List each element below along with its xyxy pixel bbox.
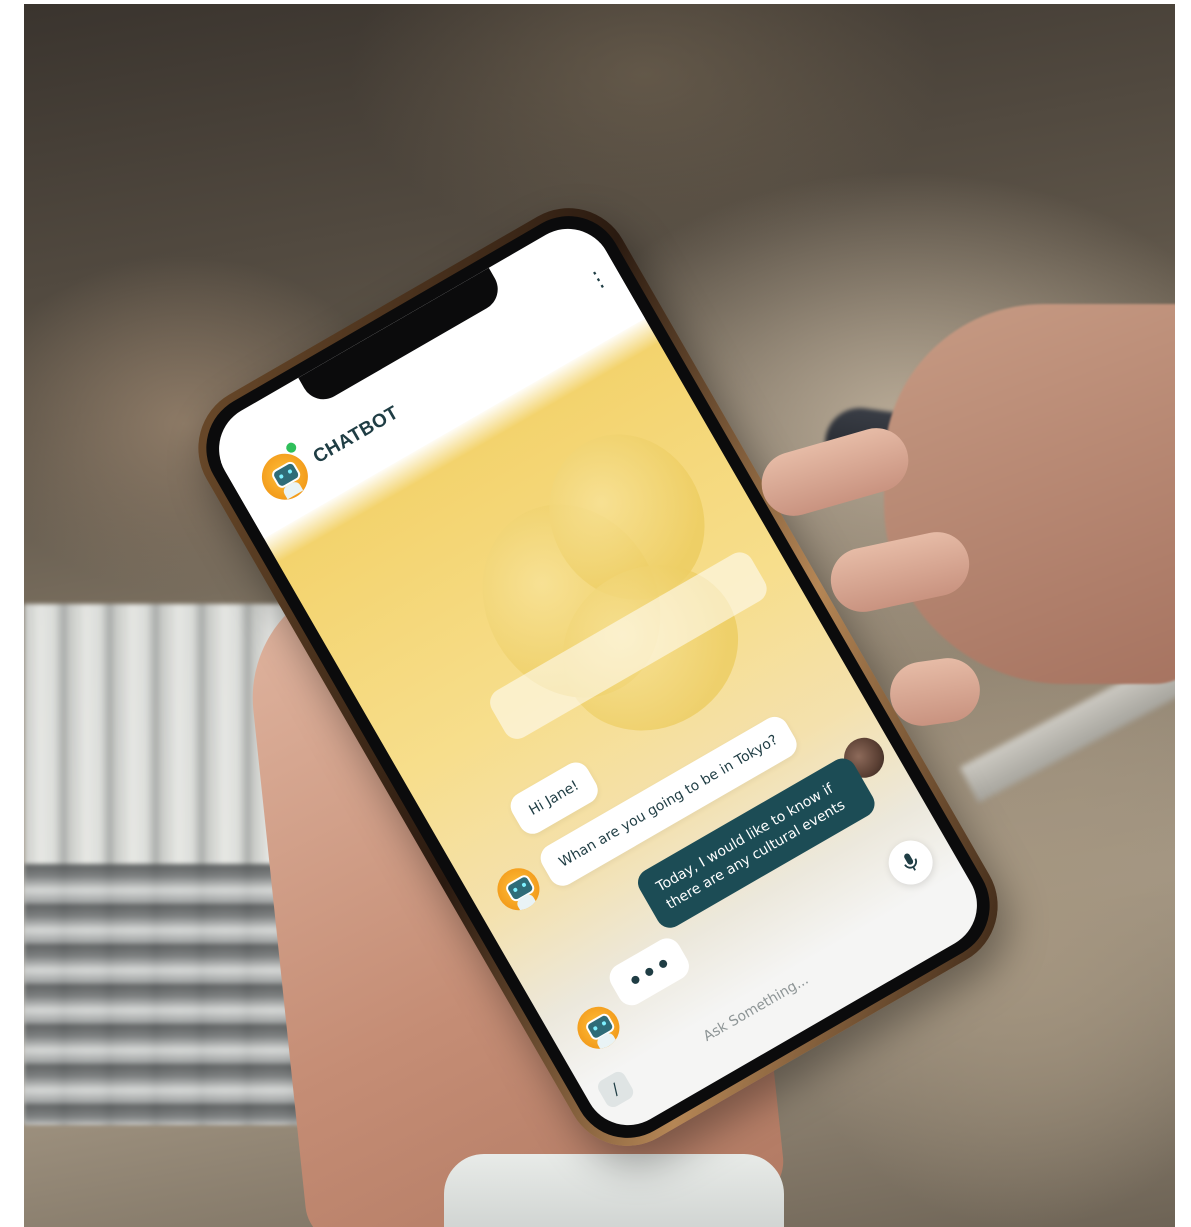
app-title: CHATBOT: [309, 402, 403, 468]
more-vertical-icon[interactable]: ⋮: [583, 264, 615, 308]
sleeve: [444, 1154, 784, 1227]
attach-button[interactable]: /: [595, 1068, 637, 1110]
bot-avatar: [489, 860, 548, 918]
attach-icon: /: [608, 1079, 623, 1099]
right-hand: [884, 304, 1175, 684]
bot-avatar: [253, 445, 317, 509]
microphone-icon: [904, 853, 918, 871]
